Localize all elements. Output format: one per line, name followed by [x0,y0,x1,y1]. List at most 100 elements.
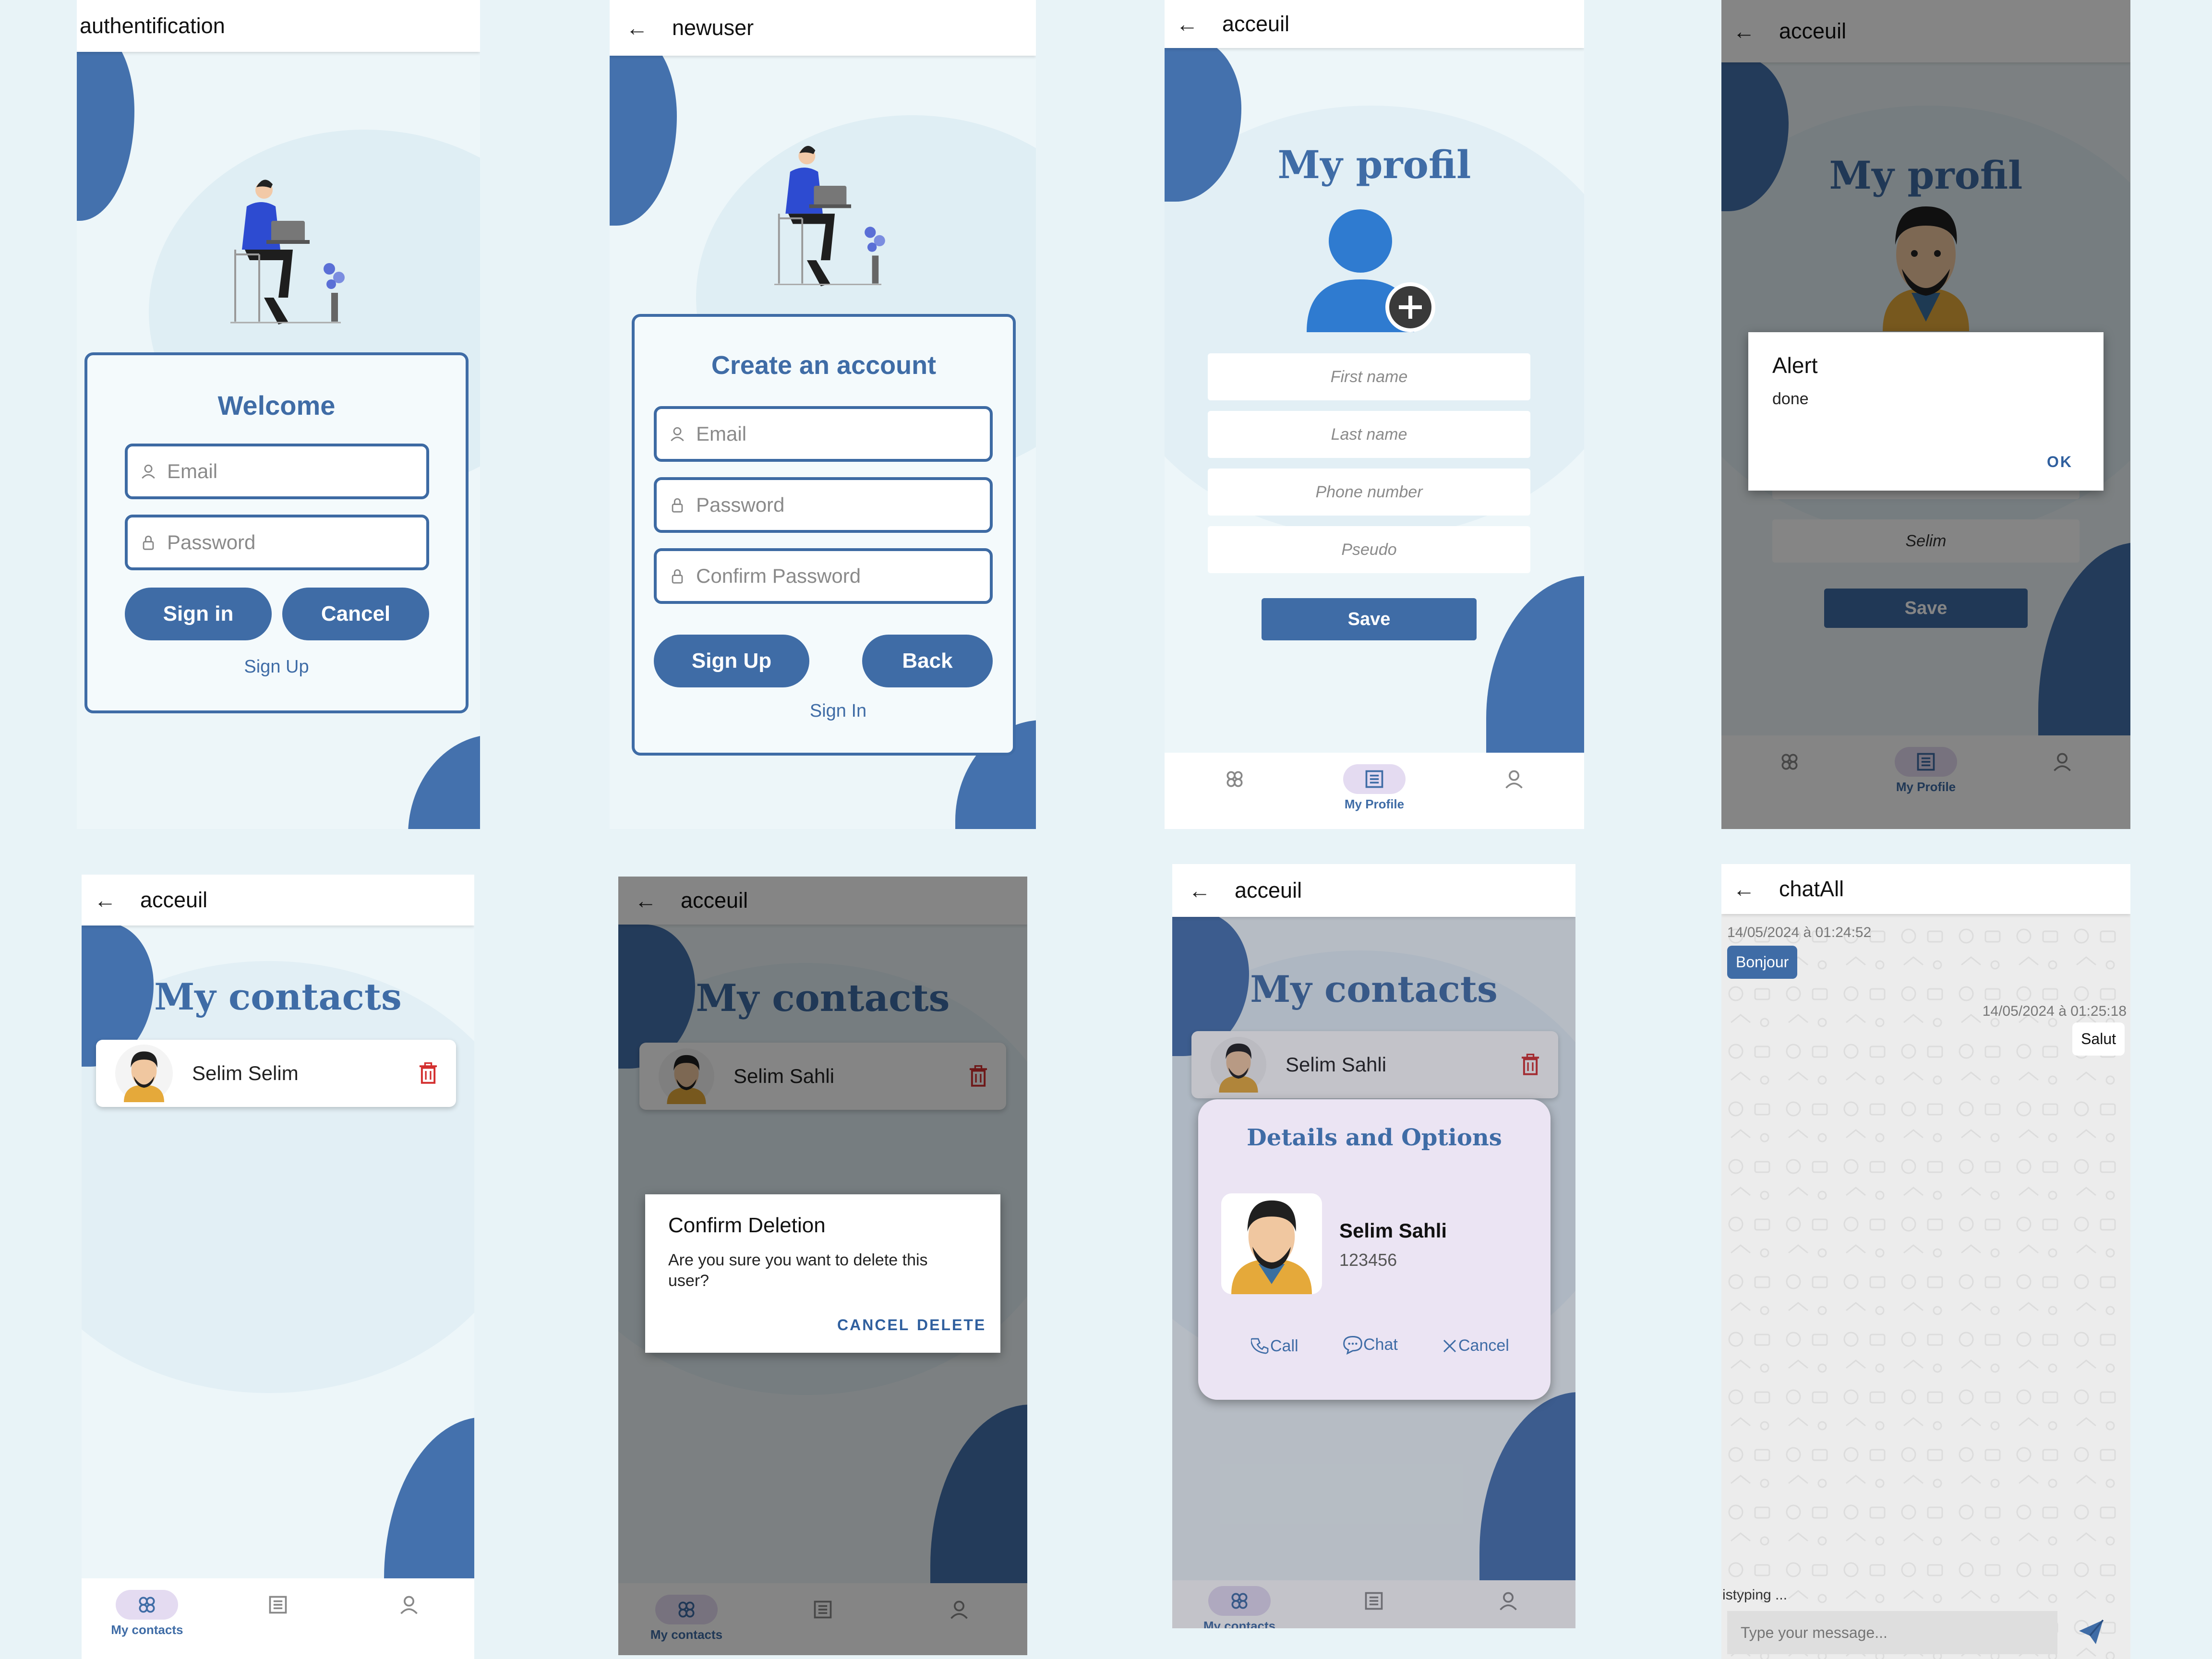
email-field[interactable]: Email [654,406,993,462]
contact-name: Selim Sahli [1339,1219,1447,1242]
app-bar-title: acceuil [1235,878,1302,902]
sign-in-button[interactable]: Sign in [125,588,272,640]
profile-list-icon [247,1590,309,1620]
nav-item-contacts[interactable] [1165,753,1303,794]
dialog-message: Are you sure you want to delete this use… [668,1251,928,1290]
dialog-title: Details and Options [1247,1124,1502,1151]
message-timestamp: 14/05/2024 à 01:25:18 [1982,1003,2127,1019]
login-card: Welcome Email Password Sign in Cancel Si… [84,352,469,713]
app-bar-title: authentification [80,13,225,38]
back-button[interactable]: Back [862,635,993,687]
cancel-label: Cancel [1458,1336,1509,1355]
ok-button[interactable]: OK [2047,453,2073,471]
call-label: Call [1270,1336,1298,1355]
close-icon [1443,1339,1456,1352]
save-button[interactable]: Save [1262,598,1477,640]
password-placeholder: Password [696,493,785,516]
app-bar: ← acceuil [82,875,474,926]
dialog-title: Alert [1772,353,1818,378]
profile-list-icon [1343,764,1406,794]
screen-authentification: authentification Welcome Email Password … [77,0,480,829]
delete-button[interactable]: DELETE [917,1316,986,1334]
call-button[interactable]: Call [1251,1336,1298,1356]
card-title: Create an account [711,351,937,380]
send-icon[interactable] [2077,1619,2105,1646]
avatar-image [115,1045,173,1102]
chat-bubble-icon [1343,1336,1362,1355]
nav-item-account[interactable] [344,1578,474,1620]
lock-icon [672,498,683,513]
screen-newuser: ← newuser Create an account Email Passwo… [610,0,1036,829]
back-arrow-icon[interactable]: ← [626,17,648,39]
card-title: Welcome [217,390,336,421]
decor-blob-bottom-right [1486,576,1584,754]
app-bar-title: acceuil [140,888,208,912]
details-options-dialog: Details and Options Selim Sahli 123456 C… [1198,1099,1551,1400]
user-icon [142,464,155,479]
screen-profile: ← acceuil My profil First name Last name… [1165,0,1584,829]
back-arrow-icon[interactable]: ← [1733,878,1755,900]
user-icon [671,427,684,442]
sign-up-link[interactable]: Sign Up [87,657,466,677]
delete-icon[interactable] [419,1062,438,1084]
lock-icon [672,569,683,584]
received-message-bubble: Bonjour [1727,946,1798,979]
phone-number-field[interactable]: Phone number [1208,469,1530,516]
app-bar-title: chatAll [1779,877,1844,901]
screen-contacts: ← acceuil My contacts Selim Selim My con… [82,875,474,1659]
signup-card: Create an account Email Password Confirm… [632,314,1016,756]
avatar-placeholder-icon[interactable] [1304,207,1438,332]
back-arrow-icon[interactable]: ← [1189,879,1211,902]
app-bar-title: acceuil [1222,12,1290,36]
nav-item-account[interactable] [1445,753,1583,794]
typing-indicator: istyping ... [1722,1587,1788,1603]
back-arrow-icon[interactable]: ← [94,889,116,911]
cancel-button[interactable]: Cancel [1441,1336,1509,1355]
lock-icon [143,535,154,550]
person-icon [378,1590,440,1620]
decor-blob-top-left [77,29,134,221]
bottom-nav: My Profile [1165,753,1584,829]
contact-phone: 123456 [1339,1250,1397,1270]
sign-in-link[interactable]: Sign In [649,701,1027,721]
page-title: My contacts [154,975,402,1018]
contact-card[interactable]: Selim Selim [96,1040,456,1107]
pseudo-field[interactable]: Pseudo [1208,526,1530,573]
person-laptop-illustration [230,180,345,325]
cancel-button[interactable]: Cancel [282,588,429,640]
app-bar-title: newuser [672,15,754,40]
app-bar: ← acceuil [1172,864,1575,917]
app-bar: ← acceuil [1165,0,1584,48]
phone-icon [1251,1338,1269,1354]
bottom-nav: My contacts [82,1578,474,1659]
first-name-field[interactable]: First name [1208,353,1530,400]
last-name-field[interactable]: Last name [1208,411,1530,458]
email-placeholder: Email [696,422,747,445]
app-bar: authentification [77,0,480,52]
screen-details-options: ← acceuil My contacts Selim Sahli My con… [1172,864,1575,1628]
sign-up-button[interactable]: Sign Up [654,635,809,687]
chat-button[interactable]: Chat [1342,1334,1398,1355]
back-arrow-icon[interactable]: ← [1176,13,1198,35]
password-placeholder: Password [167,531,256,553]
nav-label: My contacts [111,1623,183,1637]
chat-label: Chat [1363,1335,1398,1354]
avatar-image [1221,1193,1322,1294]
password-field[interactable]: Password [654,477,993,533]
cancel-button[interactable]: CANCEL [837,1316,910,1334]
contacts-icon [1203,764,1266,794]
dialog-message: done [1772,390,1809,408]
password-field[interactable]: Password [125,515,429,570]
confirm-deletion-dialog: Confirm Deletion Are you sure you want t… [645,1194,1000,1353]
email-field[interactable]: Email [125,444,429,499]
nav-item-profile[interactable] [213,1578,343,1620]
confirm-password-placeholder: Confirm Password [696,565,861,587]
screen-chat: ← chatAll 14/05/2024 à 01:24:52 Bonjour … [1721,864,2130,1659]
confirm-password-field[interactable]: Confirm Password [654,548,993,604]
nav-item-my-profile[interactable]: My Profile [1305,753,1443,812]
nav-item-my-contacts[interactable]: My contacts [82,1578,212,1637]
chat-wallpaper-pattern [1721,864,2130,1659]
message-input[interactable] [1727,1611,2057,1654]
app-bar: ← newuser [610,0,1036,56]
decor-blob-top-left [610,34,677,226]
